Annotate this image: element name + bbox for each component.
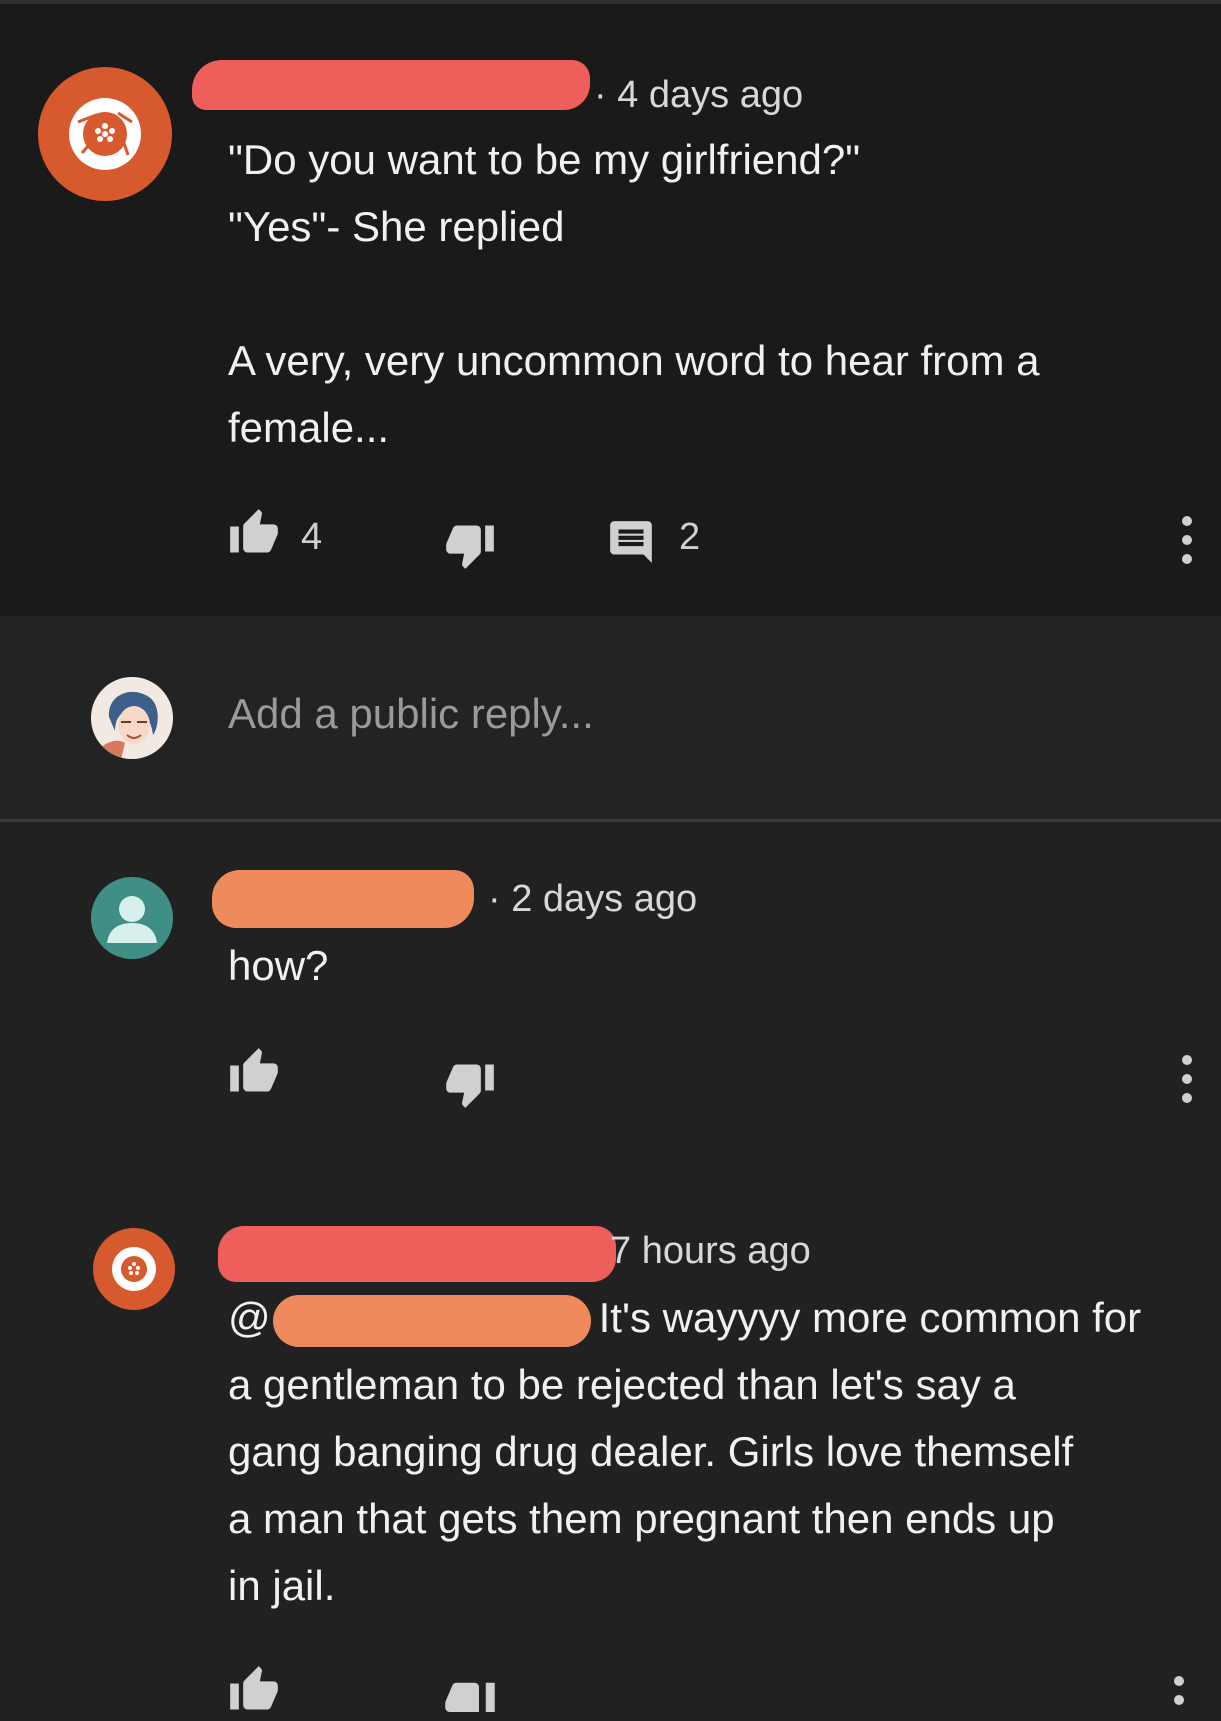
reply-body: @ It's wayyyy more common for a gentleman… bbox=[228, 1284, 1141, 1619]
reply-avatar[interactable] bbox=[91, 877, 173, 959]
reply-composer bbox=[0, 616, 1221, 820]
comment-line: "Do you want to be my girlfriend?" bbox=[228, 136, 861, 183]
comment-timestamp: · 4 days ago bbox=[594, 74, 803, 117]
reply-line: a man that gets them pregnant then ends … bbox=[228, 1495, 1055, 1542]
reply-timestamp: 7 hours ago bbox=[610, 1230, 811, 1273]
reply-avatar[interactable] bbox=[93, 1228, 175, 1310]
current-user-avatar bbox=[91, 677, 173, 759]
thumb-down-icon bbox=[445, 1682, 495, 1712]
redacted-username bbox=[212, 870, 474, 928]
redacted-mention bbox=[272, 1294, 591, 1347]
redacted-username bbox=[218, 1226, 616, 1282]
dislike-button[interactable] bbox=[442, 1058, 498, 1115]
comment-body: "Do you want to be my girlfriend?" "Yes"… bbox=[228, 126, 1040, 461]
reply-line: @ It's wayyyy more common for bbox=[228, 1284, 1141, 1351]
like-button[interactable] bbox=[226, 1664, 282, 1721]
separator-dot: · bbox=[488, 878, 512, 920]
reply-line: gang banging drug dealer. Girls love the… bbox=[228, 1428, 1074, 1475]
reply-line: in jail. bbox=[228, 1562, 336, 1609]
thumb-down-icon bbox=[446, 525, 494, 569]
timestamp-text: 7 hours ago bbox=[610, 1230, 811, 1272]
commenter-avatar[interactable] bbox=[38, 67, 172, 201]
comment-icon bbox=[610, 521, 652, 563]
mention-prefix: @ bbox=[228, 1294, 271, 1341]
like-button[interactable] bbox=[226, 1046, 282, 1103]
like-count: 4 bbox=[301, 516, 323, 558]
comment-line: A very, very uncommon word to hear from … bbox=[228, 337, 1040, 384]
reply-timestamp: · 2 days ago bbox=[488, 878, 697, 921]
default-user-icon bbox=[107, 896, 157, 943]
main-comment: · 4 days ago "Do you want to be my girlf… bbox=[0, 4, 1221, 616]
reply-body: how? bbox=[228, 932, 328, 999]
more-vert-icon[interactable] bbox=[1181, 1055, 1193, 1112]
thumb-up-icon bbox=[230, 1666, 278, 1710]
thumb-down-icon bbox=[446, 1064, 494, 1108]
redacted-username bbox=[192, 60, 590, 110]
more-vert-icon[interactable] bbox=[1181, 516, 1193, 573]
comment-line: "Yes"- She replied bbox=[228, 203, 565, 250]
separator-dot: · bbox=[594, 74, 618, 116]
reply-line: a gentleman to be rejected than let's sa… bbox=[228, 1361, 1016, 1408]
timestamp-text: 4 days ago bbox=[617, 74, 804, 116]
camera-aperture-icon bbox=[69, 98, 141, 170]
anime-avatar-icon bbox=[91, 677, 173, 759]
reply-line-text: It's wayyyy more common for bbox=[598, 1294, 1142, 1341]
reply-count: 2 bbox=[679, 516, 701, 558]
reply-line: how? bbox=[228, 942, 329, 989]
reply-button[interactable] bbox=[606, 517, 656, 572]
thumb-up-icon bbox=[230, 1048, 278, 1092]
thumb-up-icon bbox=[230, 509, 278, 553]
comment-line: female... bbox=[228, 404, 390, 451]
timestamp-text: 2 days ago bbox=[511, 878, 698, 920]
more-vert-icon[interactable] bbox=[1173, 1676, 1185, 1712]
reply-input[interactable]: Add a public reply... bbox=[228, 690, 594, 738]
comment-line-blank bbox=[228, 260, 1040, 327]
like-button[interactable] bbox=[226, 507, 282, 564]
dislike-button[interactable] bbox=[442, 519, 498, 576]
camera-aperture-icon bbox=[112, 1247, 156, 1291]
dislike-button[interactable] bbox=[442, 1676, 498, 1717]
